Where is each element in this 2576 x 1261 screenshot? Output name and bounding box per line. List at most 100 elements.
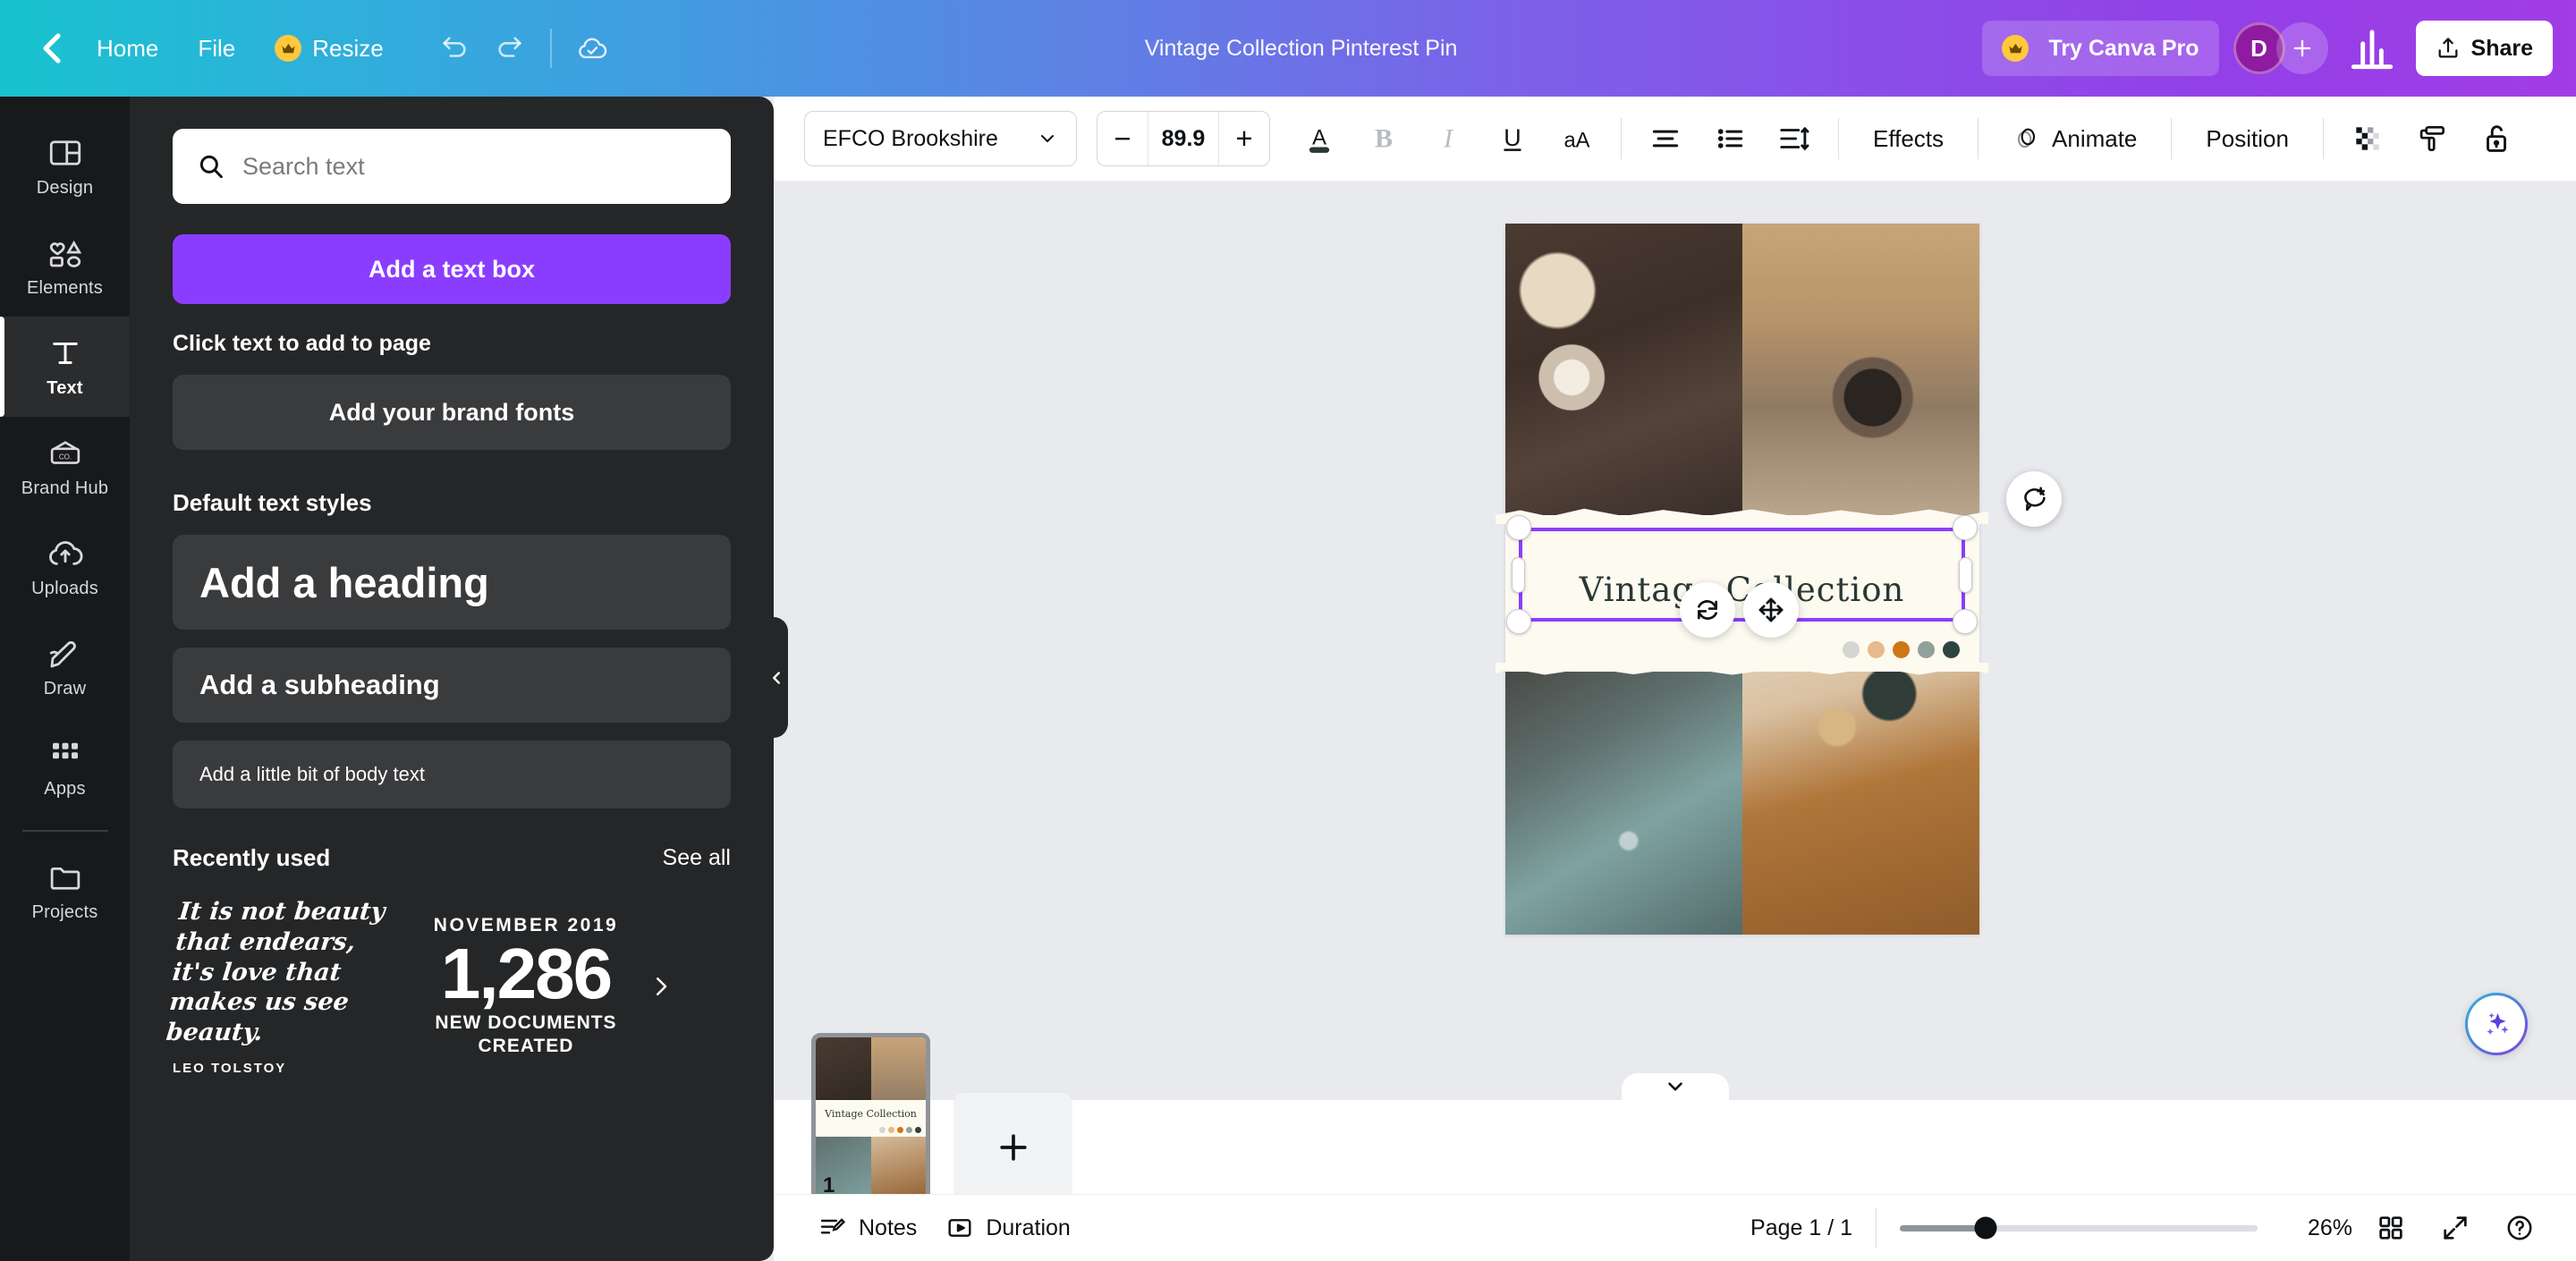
menu-home[interactable]: Home — [77, 21, 178, 76]
notes-button[interactable]: Notes — [804, 1204, 931, 1252]
italic-button[interactable]: I — [1420, 111, 1476, 166]
add-collaborator-button[interactable] — [2276, 22, 2328, 74]
grid-view-icon — [2376, 1213, 2406, 1243]
add-comment-button[interactable] — [2006, 471, 2062, 527]
sidebar-item-text[interactable]: Text — [0, 317, 130, 417]
lock-button[interactable] — [2469, 111, 2524, 166]
zoom-slider-fill — [1900, 1225, 1986, 1231]
bullet-list-button[interactable] — [1702, 111, 1758, 166]
style-body-label: Add a little bit of body text — [199, 763, 425, 786]
design-title-text[interactable]: Vintage Collection — [1524, 540, 1961, 639]
try-canva-pro-button[interactable]: Try Canva Pro — [1982, 21, 2218, 76]
sidebar-label-apps: Apps — [44, 779, 85, 800]
share-button[interactable]: Share — [2416, 21, 2553, 76]
position-button[interactable]: Position — [2188, 111, 2307, 166]
copy-style-button[interactable] — [2404, 111, 2460, 166]
see-all-link[interactable]: See all — [663, 845, 731, 871]
move-button[interactable] — [1743, 582, 1799, 638]
underline-button[interactable]: U — [1485, 111, 1540, 166]
effects-button[interactable]: Effects — [1855, 111, 1962, 166]
sidebar-label-draw: Draw — [44, 679, 86, 699]
stat-caption: NEW DOCUMENTS CREATED — [414, 1011, 638, 1059]
font-size-decrease[interactable]: − — [1097, 112, 1148, 165]
recently-used-header: Recently used See all — [173, 844, 731, 872]
upload-icon — [2436, 36, 2461, 61]
sidebar-item-projects[interactable]: Projects — [0, 841, 130, 941]
style-add-body-text[interactable]: Add a little bit of body text — [173, 741, 731, 808]
sidebar-item-brand-hub[interactable]: CO. Brand Hub — [0, 417, 130, 517]
transparency-button[interactable] — [2340, 111, 2395, 166]
photo-vintage-clock[interactable] — [1505, 224, 1742, 558]
add-page-button[interactable] — [953, 1093, 1072, 1202]
zoom-slider[interactable] — [1900, 1225, 2258, 1231]
style-add-heading[interactable]: Add a heading — [173, 535, 731, 630]
search-box[interactable] — [173, 129, 731, 204]
swatch-4[interactable] — [1918, 641, 1935, 658]
redo-button[interactable] — [482, 21, 538, 76]
menu-resize[interactable]: Resize — [255, 21, 402, 76]
sidebar-item-elements[interactable]: Elements — [0, 216, 130, 317]
recent-next-button[interactable] — [641, 967, 681, 1006]
top-bar: Home File Resize Vintage Collection Pint… — [0, 0, 2576, 97]
fullscreen-button[interactable] — [2429, 1202, 2481, 1254]
brand-card-icon: CO. — [47, 435, 84, 472]
document-title[interactable]: Vintage Collection Pinterest Pin — [1127, 23, 1476, 73]
add-text-box-button[interactable]: Add a text box — [173, 234, 731, 304]
design-page[interactable]: Vintage Collection — [1505, 224, 1979, 935]
cloud-saved-button[interactable] — [564, 21, 620, 76]
canvas-stage[interactable]: Vintage Collection — [774, 182, 2576, 1100]
menu-file[interactable]: File — [178, 21, 255, 76]
swatch-1[interactable] — [1843, 641, 1860, 658]
text-panel: Add a text box Click text to add to page… — [130, 97, 774, 1261]
recent-item-quote[interactable]: It is not beauty that endears, it's love… — [173, 906, 396, 1067]
duration-button[interactable]: Duration — [931, 1204, 1085, 1252]
recent-item-stat[interactable]: NOVEMBER 2019 1,286 NEW DOCUMENTS CREATE… — [414, 897, 638, 1076]
search-input[interactable] — [242, 153, 708, 181]
text-align-button[interactable] — [1638, 111, 1693, 166]
move-arrows-icon — [1756, 595, 1786, 625]
toolbar-divider-4 — [2171, 118, 2172, 159]
help-button[interactable] — [2494, 1202, 2546, 1254]
sidebar-label-uploads: Uploads — [31, 579, 98, 599]
magic-ai-button[interactable] — [2465, 993, 2528, 1055]
click-text-hint: Click text to add to page — [173, 331, 731, 357]
font-color-button[interactable]: A — [1292, 111, 1347, 166]
back-button[interactable] — [27, 23, 77, 73]
grid-view-button[interactable] — [2365, 1202, 2417, 1254]
sidebar-item-design[interactable]: Design — [0, 116, 130, 216]
panel-collapse-handle[interactable] — [765, 617, 788, 738]
letter-case-button[interactable]: aA — [1549, 111, 1605, 166]
stats-button[interactable] — [2344, 21, 2400, 76]
font-family-select[interactable]: EFCO Brookshire — [804, 111, 1077, 166]
add-brand-fonts-button[interactable]: Add your brand fonts — [173, 375, 731, 450]
sidebar-item-uploads[interactable]: Uploads — [0, 517, 130, 617]
undo-button[interactable] — [427, 21, 482, 76]
try-canva-pro-label: Try Canva Pro — [2048, 36, 2199, 62]
layout-icon — [47, 134, 84, 172]
font-size-value[interactable]: 89.9 — [1148, 112, 1219, 165]
page-thumbnail[interactable]: Vintage Collection 1 — [811, 1033, 930, 1208]
sidebar-item-apps[interactable]: Apps — [0, 717, 130, 817]
help-question-icon — [2504, 1213, 2535, 1243]
style-heading-label: Add a heading — [199, 558, 489, 607]
style-add-subheading[interactable]: Add a subheading — [173, 647, 731, 723]
style-subheading-label: Add a subheading — [199, 669, 440, 701]
zoom-slider-knob[interactable] — [1975, 1217, 1997, 1240]
page-strip-collapse-button[interactable] — [1622, 1073, 1729, 1100]
swatch-5[interactable] — [1943, 641, 1960, 658]
rotate-button[interactable] — [1680, 582, 1735, 638]
swatch-2[interactable] — [1868, 641, 1885, 658]
bold-button[interactable]: B — [1356, 111, 1411, 166]
bar-chart-icon — [2344, 21, 2400, 76]
crown-icon — [2002, 35, 2029, 62]
font-size-increase[interactable]: + — [1219, 112, 1269, 165]
bottom-bar: Notes Duration Page 1 / 1 26% — [774, 1194, 2576, 1261]
toolbar-divider — [550, 29, 552, 68]
line-spacing-button[interactable] — [1767, 111, 1822, 166]
sidebar-item-draw[interactable]: Draw — [0, 617, 130, 717]
photo-vintage-camera[interactable] — [1742, 224, 1979, 558]
swatch-3[interactable] — [1893, 641, 1910, 658]
animate-button[interactable]: Animate — [1995, 111, 2155, 166]
color-swatches — [1843, 641, 1960, 658]
cloud-up-icon — [47, 535, 84, 572]
